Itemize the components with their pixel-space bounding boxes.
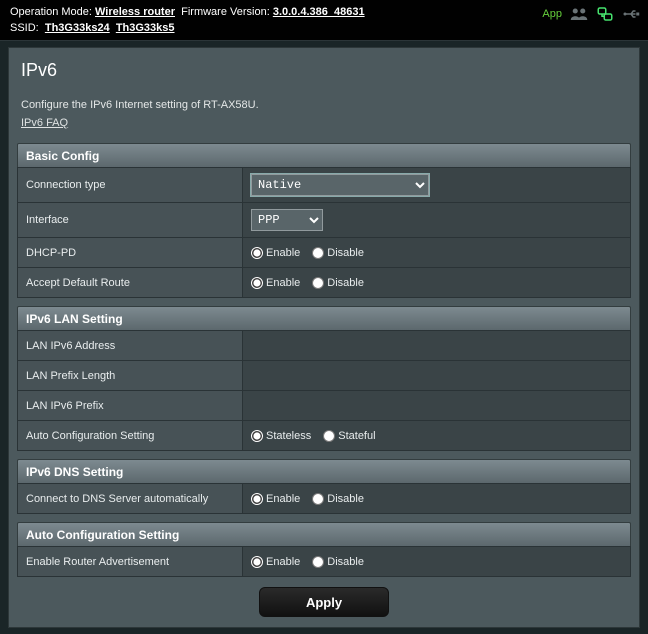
page-title: IPv6 <box>21 60 627 81</box>
section-dns-setting: IPv6 DNS Setting <box>17 459 631 483</box>
router-advert-disable[interactable]: Disable <box>312 556 364 568</box>
firmware-version[interactable]: 3.0.0.4.386_48631 <box>273 6 365 18</box>
firmware-label: Firmware Version: <box>181 6 270 18</box>
operation-mode-label: Operation Mode: <box>10 6 92 18</box>
accept-default-enable[interactable]: Enable <box>251 277 300 289</box>
router-advert-label: Enable Router Advertisement <box>18 547 243 577</box>
ssid-24g[interactable]: Th3G33ks24 <box>45 22 110 34</box>
dhcp-pd-enable[interactable]: Enable <box>251 247 300 259</box>
auto-config-table: Enable Router Advertisement Enable Disab… <box>17 546 631 577</box>
accept-default-route-label: Accept Default Route <box>18 268 243 298</box>
lan-setting-table: LAN IPv6 Address LAN Prefix Length LAN I… <box>17 330 631 451</box>
autoconf-stateless[interactable]: Stateless <box>251 430 311 442</box>
basic-config-table: Connection type Native Interface PPP DHC… <box>17 167 631 298</box>
operation-mode-value[interactable]: Wireless router <box>95 6 175 18</box>
dhcp-pd-disable[interactable]: Disable <box>312 247 364 259</box>
dhcp-pd-label: DHCP-PD <box>18 238 243 268</box>
network-icon[interactable] <box>596 6 614 22</box>
topbar-icons: App <box>542 4 640 22</box>
autoconf-stateful[interactable]: Stateful <box>323 430 375 442</box>
dns-auto-disable[interactable]: Disable <box>312 493 364 505</box>
dns-auto-label: Connect to DNS Server automatically <box>18 484 243 514</box>
app-link[interactable]: App <box>542 8 562 20</box>
interface-select[interactable]: PPP <box>251 209 323 231</box>
lan-ipv6-prefix-label: LAN IPv6 Prefix <box>18 391 243 421</box>
top-bar: Operation Mode: Wireless router Firmware… <box>0 0 648 41</box>
lan-ipv6-address-value <box>243 331 631 361</box>
dns-setting-table: Connect to DNS Server automatically Enab… <box>17 483 631 514</box>
dns-auto-enable[interactable]: Enable <box>251 493 300 505</box>
ipv6-faq-link[interactable]: IPv6 FAQ <box>21 117 68 129</box>
router-advert-enable[interactable]: Enable <box>251 556 300 568</box>
connection-type-select[interactable]: Native <box>251 174 429 196</box>
clients-icon[interactable] <box>570 6 588 22</box>
interface-label: Interface <box>18 203 243 238</box>
lan-prefix-length-label: LAN Prefix Length <box>18 361 243 391</box>
section-basic-config: Basic Config <box>17 143 631 167</box>
ssid-label: SSID: <box>10 22 39 34</box>
page-description: Configure the IPv6 Internet setting of R… <box>21 99 627 111</box>
apply-button[interactable]: Apply <box>259 587 389 617</box>
connection-type-label: Connection type <box>18 168 243 203</box>
lan-ipv6-address-label: LAN IPv6 Address <box>18 331 243 361</box>
status-info: Operation Mode: Wireless router Firmware… <box>10 4 365 36</box>
lan-prefix-length-value <box>243 361 631 391</box>
auto-config-setting-label: Auto Configuration Setting <box>18 421 243 451</box>
lan-ipv6-prefix-value <box>243 391 631 421</box>
ssid-5g[interactable]: Th3G33ks5 <box>116 22 175 34</box>
accept-default-disable[interactable]: Disable <box>312 277 364 289</box>
section-lan-setting: IPv6 LAN Setting <box>17 306 631 330</box>
section-auto-config: Auto Configuration Setting <box>17 522 631 546</box>
usb-icon[interactable] <box>622 6 640 22</box>
ipv6-panel: IPv6 Configure the IPv6 Internet setting… <box>8 47 640 628</box>
